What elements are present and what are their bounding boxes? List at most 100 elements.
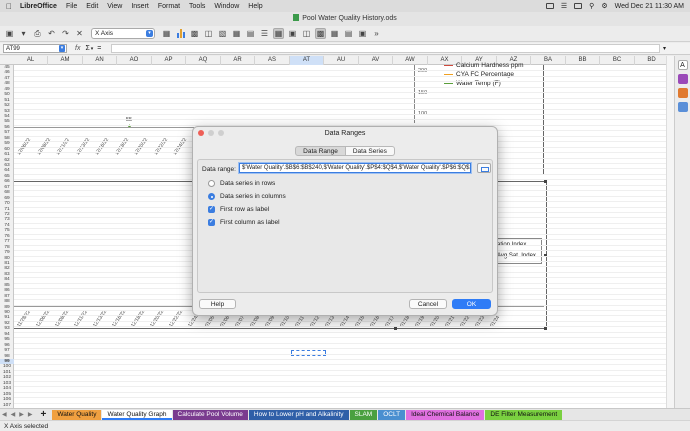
- navigator-icon[interactable]: [677, 102, 688, 112]
- save-icon[interactable]: ▣: [4, 28, 15, 39]
- menu-insert[interactable]: Insert: [131, 3, 149, 10]
- column-header[interactable]: AQ: [187, 56, 221, 65]
- chart-type-icon[interactable]: [175, 28, 186, 39]
- clear-icon[interactable]: ✕: [74, 28, 85, 39]
- checkmark-icon[interactable]: ✓: [208, 219, 215, 226]
- wifi-icon[interactable]: ☰: [561, 2, 567, 10]
- column-header[interactable]: AU: [325, 56, 359, 65]
- gallery-icon[interactable]: [677, 88, 688, 98]
- properties-icon[interactable]: A: [677, 60, 688, 70]
- sum-dropdown-icon[interactable]: ▾: [91, 46, 94, 52]
- scale-text-icon[interactable]: ▣: [287, 28, 298, 39]
- selection-handle[interactable]: [394, 327, 397, 330]
- column-header[interactable]: BB: [566, 56, 600, 65]
- column-header[interactable]: AN: [83, 56, 117, 65]
- column-header[interactable]: AO: [118, 56, 152, 65]
- cancel-button[interactable]: Cancel: [409, 299, 447, 309]
- tab-data-range[interactable]: Data Range: [295, 146, 346, 156]
- sheet-tab[interactable]: Water Quality: [52, 409, 102, 420]
- radio-series-in-rows[interactable]: Data series in rows: [208, 180, 275, 187]
- axis-icon[interactable]: ▣: [357, 28, 368, 39]
- column-header[interactable]: AP: [152, 56, 186, 65]
- next-sheet-icon[interactable]: ▶: [19, 411, 24, 418]
- search-icon[interactable]: ⚲: [589, 2, 594, 10]
- menu-tools[interactable]: Tools: [189, 3, 205, 10]
- chart-element-select[interactable]: X Axis ▾: [91, 28, 155, 39]
- prev-sheet-icon[interactable]: ◀: [11, 411, 16, 418]
- chart-wall-icon[interactable]: ▩: [189, 28, 200, 39]
- redo-icon[interactable]: ↷: [60, 28, 71, 39]
- control-center-icon[interactable]: ⚙: [601, 2, 607, 10]
- clock[interactable]: Wed Dec 21 11:30 AM: [615, 3, 684, 10]
- checkbox-first-column-label[interactable]: ✓ First column as label: [208, 219, 280, 226]
- sheet-tab[interactable]: How to Lower pH and Alkalinity: [248, 409, 349, 420]
- more-options-icon[interactable]: »: [371, 28, 382, 39]
- chart-3d-icon[interactable]: ◫: [203, 28, 214, 39]
- automatic-layout-icon[interactable]: ◫: [301, 28, 312, 39]
- sheet-tab[interactable]: Ideal Chemical Balance: [406, 409, 485, 420]
- shrink-select-range-button[interactable]: [477, 163, 491, 173]
- menu-format[interactable]: Format: [158, 3, 180, 10]
- print-icon[interactable]: ⎙: [32, 28, 43, 39]
- column-header[interactable]: BC: [601, 56, 635, 65]
- column-header[interactable]: AW: [394, 56, 428, 65]
- sum-icon[interactable]: Σ: [85, 45, 89, 52]
- name-box[interactable]: AT99 ▾: [3, 44, 67, 53]
- checkbox-first-row-label[interactable]: ✓ First row as label: [208, 206, 269, 213]
- horizontal-grids-icon[interactable]: ▤: [245, 28, 256, 39]
- close-window-icon[interactable]: [198, 130, 204, 136]
- add-sheet-icon[interactable]: +: [41, 409, 47, 420]
- format-selection-icon[interactable]: ▦: [161, 28, 172, 39]
- first-sheet-icon[interactable]: ◀: [2, 411, 7, 418]
- minimize-window-icon[interactable]: [208, 130, 214, 136]
- menu-edit[interactable]: Edit: [86, 3, 98, 10]
- column-header[interactable]: AL: [14, 56, 48, 65]
- sheet-tab[interactable]: OCLT: [378, 409, 406, 420]
- checkmark-icon[interactable]: ✓: [208, 206, 215, 213]
- ok-button[interactable]: OK: [452, 299, 491, 309]
- selection-handle[interactable]: [544, 327, 547, 330]
- expand-formula-icon[interactable]: ▾: [663, 45, 666, 52]
- column-header[interactable]: BD: [635, 56, 666, 65]
- radio-series-in-columns[interactable]: Data series in columns: [208, 193, 286, 200]
- sheet-tab[interactable]: DE Filter Measurement: [485, 409, 563, 420]
- styles-icon[interactable]: [677, 74, 688, 84]
- column-header[interactable]: AR: [221, 56, 255, 65]
- sheet-tab[interactable]: Water Quality Graph: [102, 409, 172, 420]
- radio-button[interactable]: [208, 193, 215, 200]
- formula-icon[interactable]: =: [97, 45, 101, 52]
- tab-data-series[interactable]: Data Series: [345, 146, 395, 156]
- column-header[interactable]: AV: [359, 56, 393, 65]
- column-header[interactable]: AS: [256, 56, 290, 65]
- menu-file[interactable]: File: [66, 3, 77, 10]
- vertical-scrollbar[interactable]: [666, 56, 674, 408]
- data-range-input[interactable]: $'Water Quality'.$B$6:$B$240,$'Water Qua…: [239, 163, 471, 173]
- menu-view[interactable]: View: [107, 3, 122, 10]
- help-button[interactable]: Help: [199, 299, 236, 309]
- function-wizard-icon[interactable]: fx: [75, 45, 80, 52]
- data-series-icon[interactable]: ▦: [329, 28, 340, 39]
- legend-icon[interactable]: ☰: [259, 28, 270, 39]
- sheet-tab[interactable]: Calculate Pool Volume: [172, 409, 248, 420]
- formula-input[interactable]: [111, 44, 660, 53]
- legend-on-off-icon[interactable]: ▦: [273, 28, 284, 39]
- battery-icon[interactable]: [574, 3, 583, 9]
- app-menu[interactable]: LibreOffice: [20, 3, 57, 10]
- zoom-window-icon[interactable]: [218, 130, 224, 136]
- undo-icon[interactable]: ↶: [46, 28, 57, 39]
- apple-icon[interactable]: : [6, 2, 12, 11]
- last-sheet-icon[interactable]: ▶: [28, 411, 33, 418]
- sheet-tab[interactable]: SLAM: [349, 409, 378, 420]
- data-table-icon[interactable]: ▦: [231, 28, 242, 39]
- menu-window[interactable]: Window: [214, 3, 239, 10]
- column-header[interactable]: AM: [49, 56, 83, 65]
- radio-button[interactable]: [208, 180, 215, 187]
- chart-area-icon[interactable]: ▧: [217, 28, 228, 39]
- save-dropdown-icon[interactable]: ▾: [18, 28, 29, 39]
- selection-handle[interactable]: [544, 180, 547, 183]
- menu-help[interactable]: Help: [248, 3, 262, 10]
- column-header[interactable]: BA: [532, 56, 566, 65]
- title-icon[interactable]: ▤: [343, 28, 354, 39]
- display-icon[interactable]: [545, 3, 554, 9]
- column-header[interactable]: AT: [290, 56, 324, 65]
